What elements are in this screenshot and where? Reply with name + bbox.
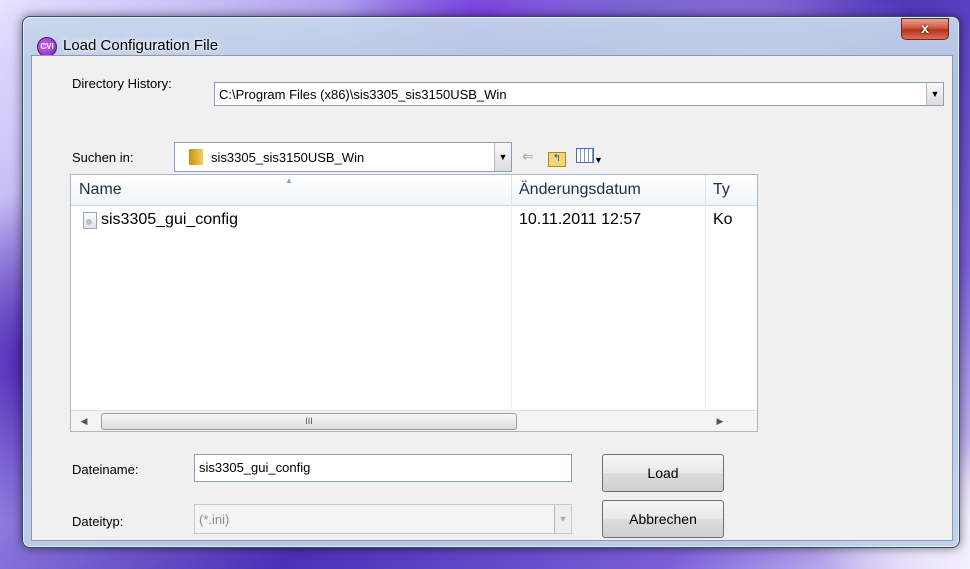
config-file-icon [83,212,97,229]
filename-input[interactable]: sis3305_gui_config [194,454,572,482]
chevron-down-icon: ▼ [554,505,571,533]
horizontal-scrollbar[interactable]: ◀ III ▶ [71,410,757,431]
look-in-value: sis3305_sis3150USB_Win [211,150,365,165]
load-button[interactable]: Load [602,454,724,492]
dialog-client-area: Directory History: C:\Program Files (x86… [31,55,953,541]
scroll-right-icon[interactable]: ▶ [713,413,727,429]
directory-history-combo[interactable]: C:\Program Files (x86)\sis3305_sis3150US… [214,82,944,106]
filetype-value: (*.ini) [199,512,230,527]
scroll-left-icon[interactable]: ◀ [77,413,91,429]
folder-up-icon[interactable]: ↰ [548,148,566,167]
folder-icon [189,149,203,165]
cancel-button[interactable]: Abbrechen [602,500,724,538]
title-bar[interactable]: CVI Load Configuration File x [23,17,959,57]
table-row[interactable]: sis3305_gui_config 10.11.2011 12:57 Ko [71,209,757,231]
dialog-window: CVI Load Configuration File x Directory … [22,16,960,548]
column-header-modified[interactable]: Änderungsdatum [511,175,705,205]
chevron-down-icon[interactable]: ▼ [926,83,943,105]
filename-label: Dateiname: [72,462,139,477]
app-icon: CVI [37,37,57,57]
scrollbar-thumb[interactable]: III [101,413,517,430]
sort-ascending-icon: ▲ [285,176,293,185]
file-modified-cell: 10.11.2011 12:57 [519,211,642,228]
file-name-cell: sis3305_gui_config [101,211,238,228]
back-arrow-icon[interactable]: ⇐ [522,148,534,164]
file-list[interactable]: Name ▲ Änderungsdatum Ty sis3305_gui_con… [70,174,758,432]
view-menu-icon[interactable]: ▼ [576,148,603,168]
look-in-label: Suchen in: [72,150,134,165]
directory-history-value: C:\Program Files (x86)\sis3305_sis3150US… [219,87,507,102]
filetype-combo: (*.ini) ▼ [194,504,572,534]
column-header-type[interactable]: Ty [705,175,757,205]
window-title: Load Configuration File [63,37,219,54]
chevron-down-icon[interactable]: ▼ [494,143,511,171]
directory-history-label: Directory History: [72,76,172,91]
filetype-label: Dateityp: [72,514,124,529]
close-button[interactable]: x [901,18,949,40]
file-list-header: Name ▲ Änderungsdatum Ty [71,175,757,206]
look-in-combo[interactable]: sis3305_sis3150USB_Win ▼ [174,142,512,172]
file-type-cell: Ko [713,211,733,228]
